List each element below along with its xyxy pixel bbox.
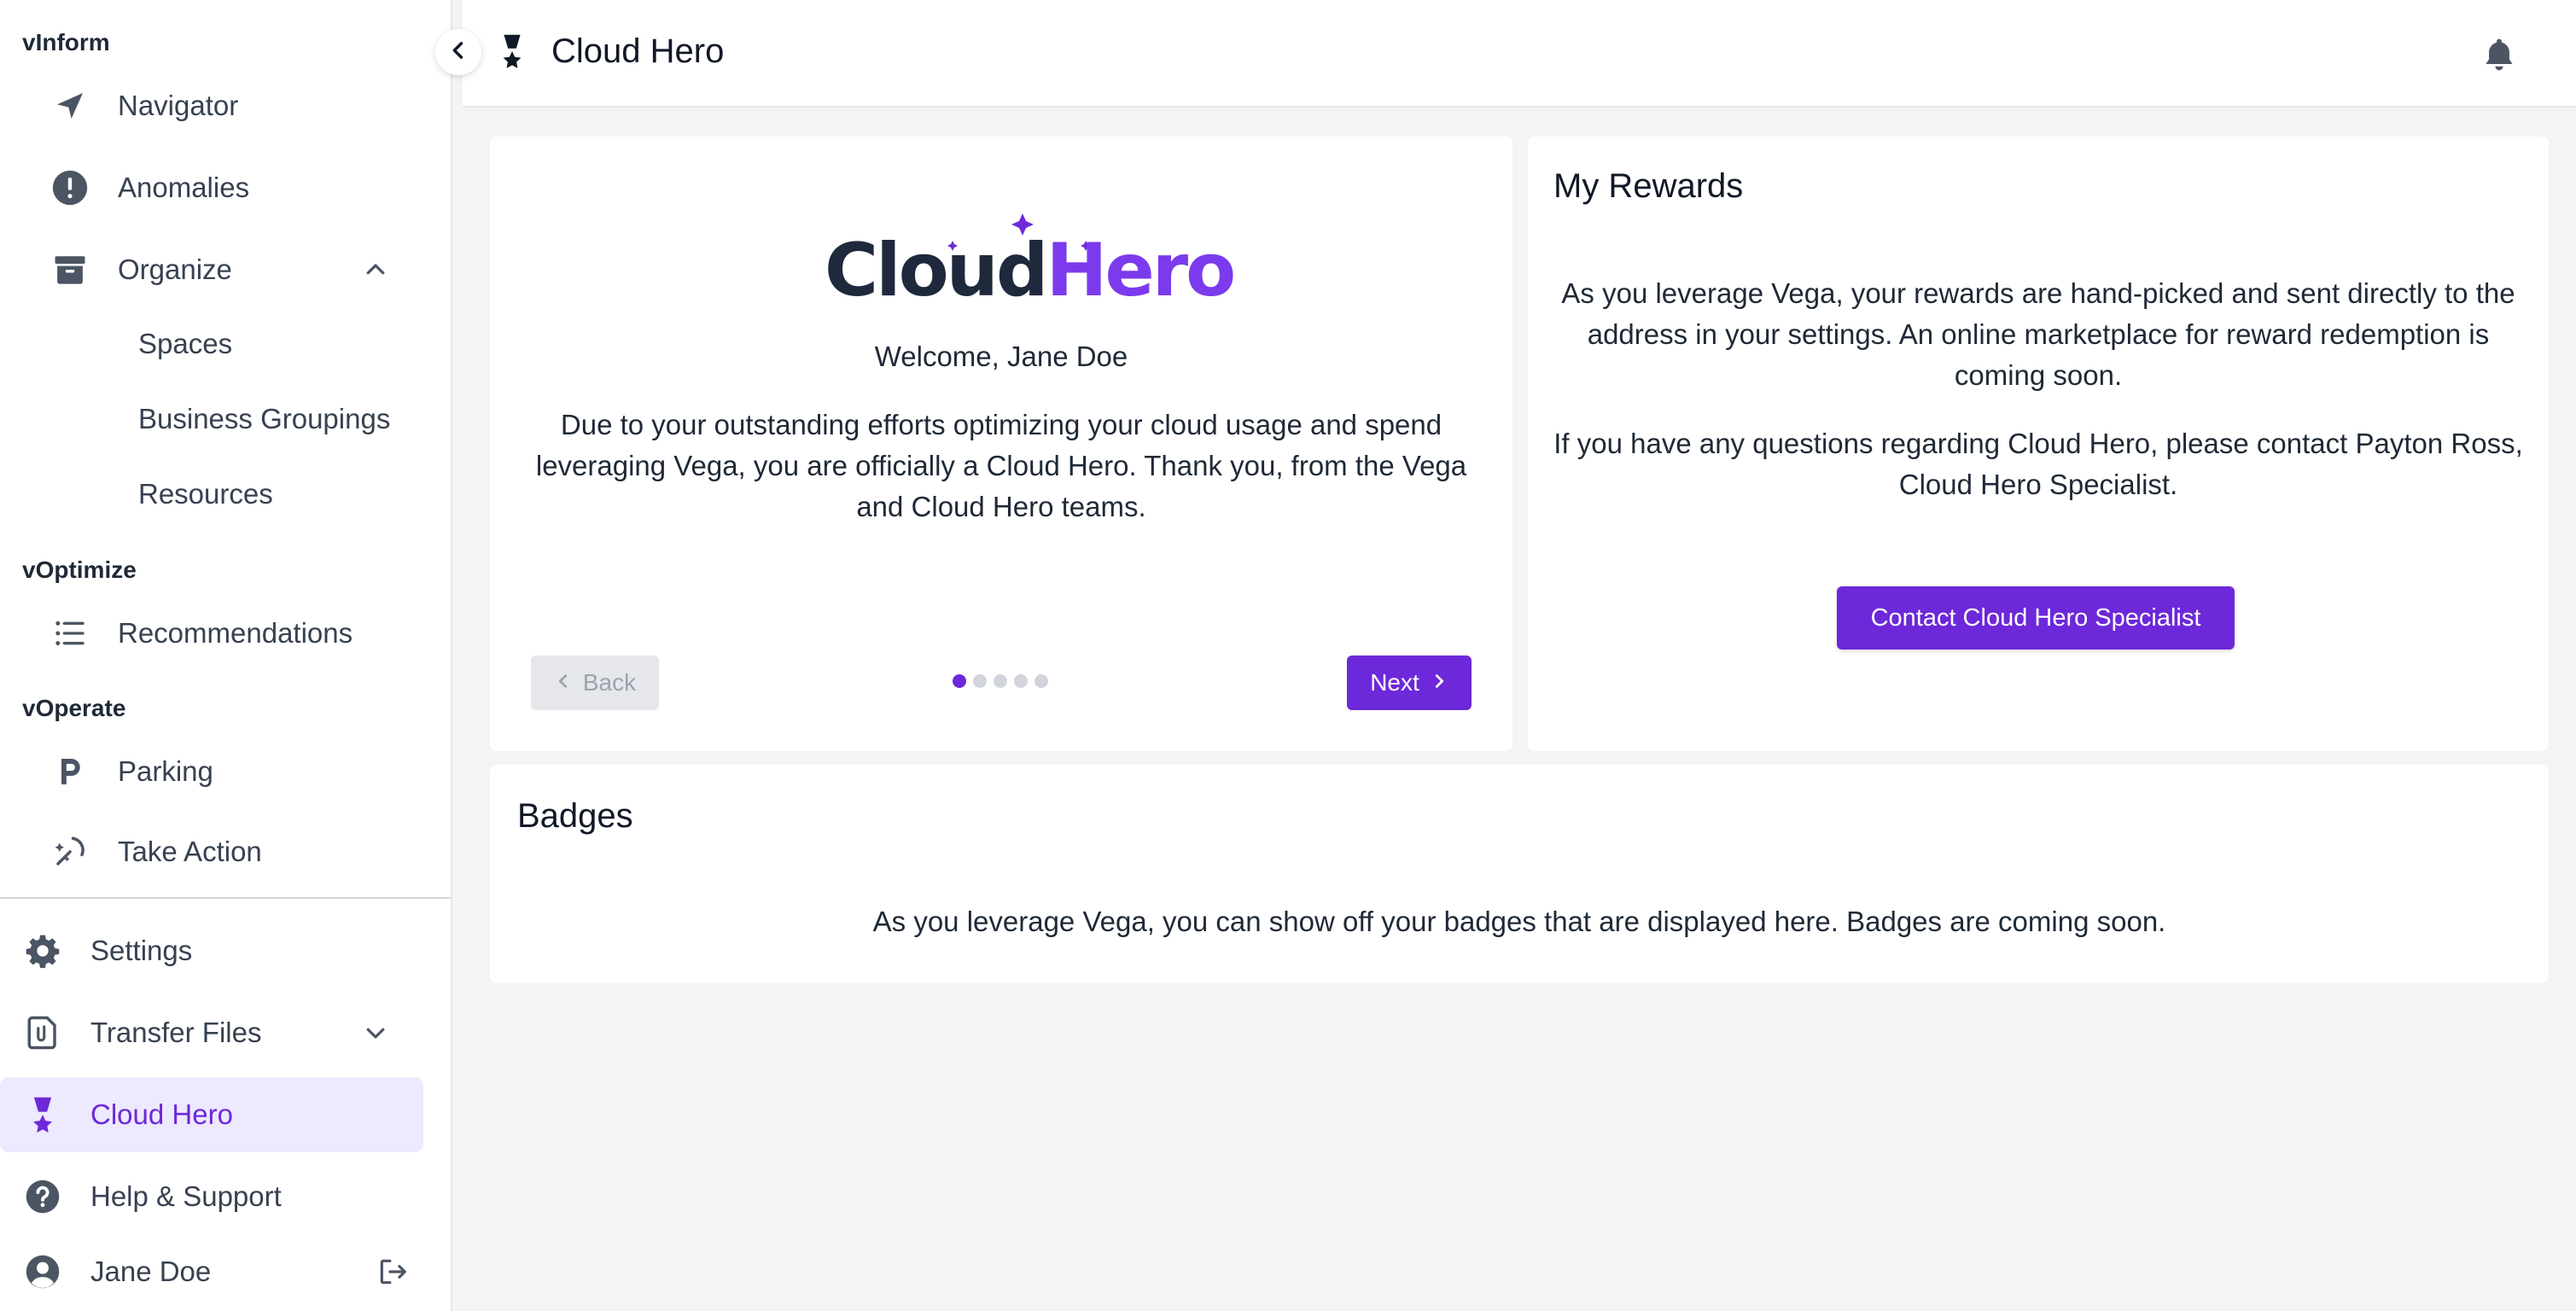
chevron-left-icon [446,38,470,67]
carousel-dot[interactable] [1014,674,1028,688]
badges-card: Badges As you leverage Vega, you can sho… [490,765,2549,983]
cloud-hero-logo: CloudHero [825,196,1236,309]
badges-title: Badges [517,797,633,835]
sidebar-item-transfer-files[interactable]: Transfer Files [0,995,452,1070]
gear-icon [22,930,63,971]
logo-text-hero: Hero [1046,228,1236,313]
page-title: Cloud Hero [551,32,725,70]
paperclip-document-icon [22,1012,63,1053]
chevron-down-icon[interactable] [358,1016,393,1050]
chevron-left-icon [554,669,573,696]
list-icon [50,613,90,654]
carousel-dot[interactable] [953,674,966,688]
section-label-vinform: vInform [22,29,110,55]
chevron-right-icon [1430,669,1448,696]
medal-icon [22,1094,63,1135]
sidebar-item-navigator[interactable]: Navigator [0,68,452,143]
sidebar-item-label: Settings [90,935,193,966]
back-button-label: Back [582,669,637,696]
paper-plane-icon [50,85,90,126]
rewards-title: My Rewards [1553,167,1744,205]
sidebar-item-recommendations[interactable]: Recommendations [0,596,452,671]
badges-message: As you leverage Vega, you can show off y… [872,906,2166,937]
carousel-dot[interactable] [994,674,1007,688]
next-button-label: Next [1370,669,1419,696]
sparkle-action-icon [50,831,90,872]
question-circle-icon [22,1176,63,1217]
sidebar-item-cloud-hero[interactable]: Cloud Hero [0,1077,423,1152]
chevron-up-icon[interactable] [358,253,393,287]
sidebar-divider [0,897,451,899]
user-avatar-icon [22,1251,63,1292]
sidebar-item-label: Help & Support [90,1180,282,1212]
sidebar-item-label: Organize [118,253,232,285]
section-label-voperate: vOperate [22,695,126,721]
parking-p-icon [50,751,90,792]
sidebar-item-anomalies[interactable]: Anomalies [0,150,452,225]
next-button[interactable]: Next [1347,656,1472,710]
hero-message: Due to your outstanding efforts optimizi… [535,409,1467,522]
sidebar-item-label: Navigator [118,90,239,121]
sidebar-item-label: Cloud Hero [90,1098,233,1130]
sidebar-item-settings[interactable]: Settings [0,913,452,988]
sidebar: vInform Navigator Anomalies Organize Spa… [0,0,452,1311]
sidebar-item-take-action[interactable]: Take Action [0,814,452,889]
collapse-sidebar-button[interactable] [435,29,481,75]
sidebar-item-organize[interactable]: Organize [0,232,452,307]
my-rewards-card: My Rewards As you leverage Vega, your re… [1528,137,2549,751]
sidebar-item-label: Jane Doe [90,1256,212,1287]
archive-box-icon [50,249,90,290]
sidebar-item-label: Take Action [118,836,262,867]
sidebar-item-label: Parking [118,755,213,787]
rewards-paragraph-1: As you leverage Vega, your rewards are h… [1561,277,2515,391]
top-header: Cloud Hero [463,0,2576,108]
sidebar-item-parking[interactable]: Parking [0,734,452,809]
welcome-text: Welcome, Jane Doe [874,341,1128,372]
sidebar-item-label: Anomalies [118,172,250,203]
exclamation-circle-icon [50,167,90,208]
rewards-paragraph-2: If you have any questions regarding Clou… [1553,428,2523,500]
sidebar-item-user[interactable]: Jane Doe [0,1234,452,1309]
carousel-dot[interactable] [1034,674,1048,688]
logo-text-cloud: Cloud [825,228,1048,313]
logout-icon[interactable] [376,1255,410,1289]
sidebar-item-resources[interactable]: Resources [138,464,273,524]
back-button[interactable]: Back [531,656,659,710]
bell-icon[interactable] [2480,34,2518,75]
contact-specialist-button[interactable]: Contact Cloud Hero Specialist [1837,586,2235,650]
sidebar-item-label: Recommendations [118,617,353,649]
carousel-dot[interactable] [973,674,987,688]
sidebar-item-label: Transfer Files [90,1017,262,1048]
sidebar-item-help-support[interactable]: Help & Support [0,1159,452,1234]
medal-icon [498,32,533,73]
carousel-pagination [953,674,1048,688]
sidebar-item-spaces[interactable]: Spaces [138,314,232,374]
cloud-hero-welcome-card: CloudHero Welcome, Jane Doe Due to your … [490,137,1512,751]
section-label-voptimize: vOptimize [22,556,137,583]
sidebar-item-business-groupings[interactable]: Business Groupings [138,389,390,449]
